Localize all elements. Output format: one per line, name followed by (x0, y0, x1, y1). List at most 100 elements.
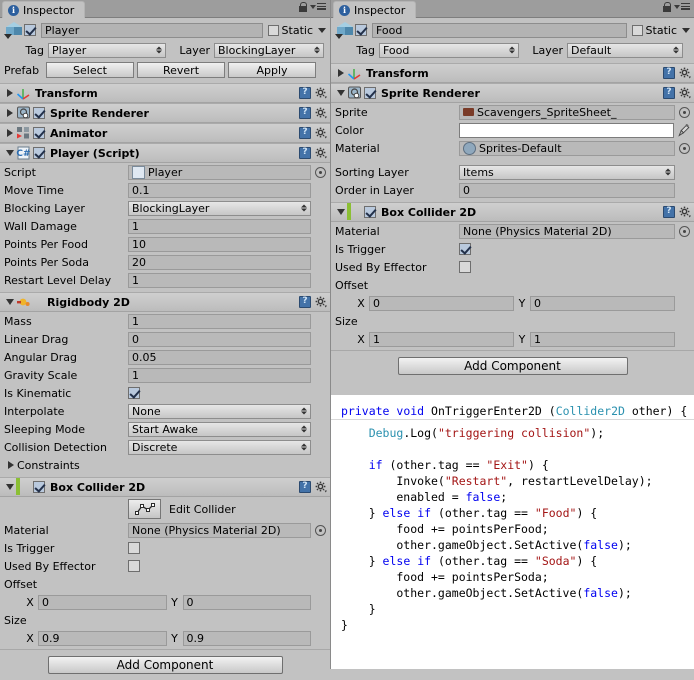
color-swatch-field[interactable] (459, 122, 674, 138)
collision-detection-dropdown[interactable]: Discrete (128, 439, 311, 455)
gear-icon[interactable] (315, 481, 327, 493)
size-x-input[interactable]: 1 (369, 331, 514, 347)
foldout-arrow-icon[interactable] (3, 484, 16, 490)
tab-inspector-left[interactable]: i Inspector (2, 1, 86, 18)
object-picker-icon[interactable] (679, 106, 690, 118)
blocking-layer-dropdown[interactable]: BlockingLayer (128, 200, 311, 216)
component-enabled-checkbox[interactable] (33, 107, 45, 119)
used-by-effector-checkbox[interactable] (459, 261, 471, 273)
offset-x-input[interactable]: 0 (38, 594, 167, 610)
tag-dropdown[interactable]: Food (379, 42, 519, 58)
is-kinematic-checkbox[interactable] (128, 387, 140, 399)
size-y-input[interactable]: 0.9 (182, 630, 311, 646)
order-in-layer-input[interactable]: 0 (459, 182, 675, 198)
component-enabled-checkbox[interactable] (33, 127, 45, 139)
gear-icon[interactable] (315, 296, 327, 308)
object-name-input[interactable]: Food (372, 22, 627, 38)
property-row-constraints[interactable]: Constraints (0, 456, 330, 474)
component-header-player-script[interactable]: C# Player (Script) (0, 143, 330, 163)
gear-icon[interactable] (315, 127, 327, 139)
used-by-effector-checkbox[interactable] (128, 560, 140, 572)
points-per-food-input[interactable]: 10 (128, 236, 311, 252)
prefab-apply-button[interactable]: Apply (228, 62, 316, 78)
lock-icon[interactable] (663, 2, 671, 12)
add-component-button[interactable]: Add Component (47, 656, 283, 674)
eyedropper-icon[interactable] (678, 123, 690, 137)
component-enabled-checkbox[interactable] (364, 87, 376, 99)
help-book-icon[interactable] (663, 206, 675, 218)
offset-y-input[interactable]: 0 (182, 594, 311, 610)
sorting-layer-dropdown[interactable]: Items (459, 164, 675, 180)
prefab-select-button[interactable]: Select (46, 62, 134, 78)
wall-damage-input[interactable]: 1 (128, 218, 311, 234)
component-header-rigidbody2d[interactable]: Rigidbody 2D (0, 292, 330, 312)
object-picker-icon[interactable] (315, 166, 326, 178)
object-picker-icon[interactable] (679, 225, 690, 237)
move-time-input[interactable]: 0.1 (128, 182, 311, 198)
prefab-revert-button[interactable]: Revert (137, 62, 225, 78)
gear-icon[interactable] (679, 67, 691, 79)
is-trigger-checkbox[interactable] (459, 243, 471, 255)
component-header-box-collider2d[interactable]: Box Collider 2D (0, 477, 330, 497)
foldout-arrow-icon[interactable] (334, 209, 347, 215)
lock-icon[interactable] (299, 2, 307, 12)
help-book-icon[interactable] (663, 67, 675, 79)
gear-icon[interactable] (315, 87, 327, 99)
object-active-checkbox[interactable] (355, 24, 367, 36)
foldout-arrow-icon[interactable] (3, 150, 16, 156)
script-object-field[interactable]: Player (128, 164, 311, 180)
help-book-icon[interactable] (299, 147, 311, 159)
object-picker-icon[interactable] (315, 524, 326, 536)
restart-level-delay-input[interactable]: 1 (128, 272, 311, 288)
static-checkbox[interactable] (267, 24, 279, 36)
offset-x-input[interactable]: 0 (369, 295, 514, 311)
gear-icon[interactable] (679, 87, 691, 99)
help-book-icon[interactable] (299, 481, 311, 493)
material-object-field[interactable]: Sprites-Default (459, 140, 675, 156)
is-trigger-checkbox[interactable] (128, 542, 140, 554)
sprite-object-field[interactable]: Scavengers_SpriteSheet_ (459, 104, 675, 120)
help-book-icon[interactable] (299, 127, 311, 139)
foldout-arrow-icon[interactable] (3, 129, 16, 137)
foldout-arrow-icon[interactable] (3, 299, 16, 305)
component-header-animator[interactable]: Animator (0, 123, 330, 143)
foldout-arrow-icon[interactable] (3, 109, 16, 117)
foldout-arrow-icon[interactable] (334, 69, 347, 77)
tag-dropdown[interactable]: Player (48, 42, 166, 58)
offset-y-input[interactable]: 0 (530, 295, 675, 311)
help-book-icon[interactable] (299, 107, 311, 119)
angular-drag-input[interactable]: 0.05 (128, 349, 311, 365)
component-header-sprite-renderer[interactable]: Sprite Renderer (331, 83, 694, 103)
kebab-menu-icon[interactable] (310, 2, 326, 12)
size-y-input[interactable]: 1 (530, 331, 675, 347)
gear-icon[interactable] (679, 206, 691, 218)
gear-icon[interactable] (315, 107, 327, 119)
help-book-icon[interactable] (663, 87, 675, 99)
component-header-sprite-renderer[interactable]: Sprite Renderer (0, 103, 330, 123)
linear-drag-input[interactable]: 0 (128, 331, 311, 347)
component-enabled-checkbox[interactable] (364, 206, 376, 218)
physics-material-field[interactable]: None (Physics Material 2D) (459, 223, 675, 239)
mass-input[interactable]: 1 (128, 313, 311, 329)
layer-dropdown[interactable]: BlockingLayer (214, 42, 324, 58)
interpolate-dropdown[interactable]: None (128, 403, 311, 419)
object-active-checkbox[interactable] (24, 24, 36, 36)
foldout-arrow-icon[interactable] (3, 89, 16, 97)
gravity-scale-input[interactable]: 1 (128, 367, 311, 383)
add-component-button[interactable]: Add Component (397, 357, 628, 375)
size-x-input[interactable]: 0.9 (38, 630, 167, 646)
foldout-arrow-icon[interactable] (334, 90, 347, 96)
component-enabled-checkbox[interactable] (33, 481, 45, 493)
tab-inspector-right[interactable]: i Inspector (333, 1, 417, 18)
object-picker-icon[interactable] (679, 142, 690, 154)
component-enabled-checkbox[interactable] (33, 147, 45, 159)
static-checkbox[interactable] (631, 24, 643, 36)
help-book-icon[interactable] (299, 296, 311, 308)
component-header-transform[interactable]: Transform (331, 63, 694, 83)
sleeping-mode-dropdown[interactable]: Start Awake (128, 421, 311, 437)
foldout-arrow-icon[interactable] (4, 461, 17, 469)
layer-dropdown[interactable]: Default (567, 42, 683, 58)
component-header-box-collider2d[interactable]: Box Collider 2D (331, 202, 694, 222)
object-name-input[interactable]: Player (41, 22, 263, 38)
physics-material-field[interactable]: None (Physics Material 2D) (128, 522, 311, 538)
